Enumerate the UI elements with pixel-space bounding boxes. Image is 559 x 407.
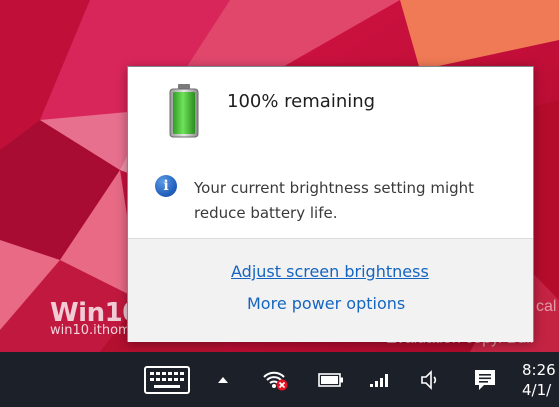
more-power-options-link[interactable]: More power options <box>247 294 405 313</box>
desktop-text-line1: cal <box>536 298 557 315</box>
network-no-internet-icon <box>263 371 288 390</box>
brightness-warning-text: Your current brightness setting might re… <box>194 179 475 222</box>
cellular-signal-button[interactable] <box>366 352 394 407</box>
battery-full-icon <box>166 83 202 139</box>
clock-button[interactable]: 8:26 4/1/ <box>522 352 559 407</box>
action-center-button[interactable] <box>470 352 500 407</box>
flyout-status-area: 100% remaining i Your current brightness… <box>128 67 533 238</box>
volume-button[interactable] <box>418 352 444 407</box>
volume-icon <box>421 369 437 390</box>
battery-tray-button[interactable] <box>316 352 346 407</box>
chevron-up-icon <box>218 376 228 383</box>
taskbar: 8:26 4/1/ <box>0 352 559 407</box>
adjust-brightness-link[interactable]: Adjust screen brightness <box>231 262 429 281</box>
battery-icon <box>318 372 343 387</box>
flyout-links-area: Adjust screen brightness More power opti… <box>128 239 533 342</box>
keyboard-icon <box>144 365 190 394</box>
info-icon: i <box>155 175 177 197</box>
network-button[interactable] <box>260 352 290 407</box>
action-center-icon <box>475 369 495 390</box>
signal-icon <box>370 373 388 387</box>
battery-status-text: 100% remaining <box>227 91 376 112</box>
touch-keyboard-button[interactable] <box>141 352 193 407</box>
show-hidden-icons-button[interactable] <box>212 352 234 407</box>
clock-date: 4/1/ <box>522 380 552 399</box>
clock-time: 8:26 <box>522 360 556 379</box>
battery-flyout: 100% remaining i Your current brightness… <box>127 66 534 342</box>
